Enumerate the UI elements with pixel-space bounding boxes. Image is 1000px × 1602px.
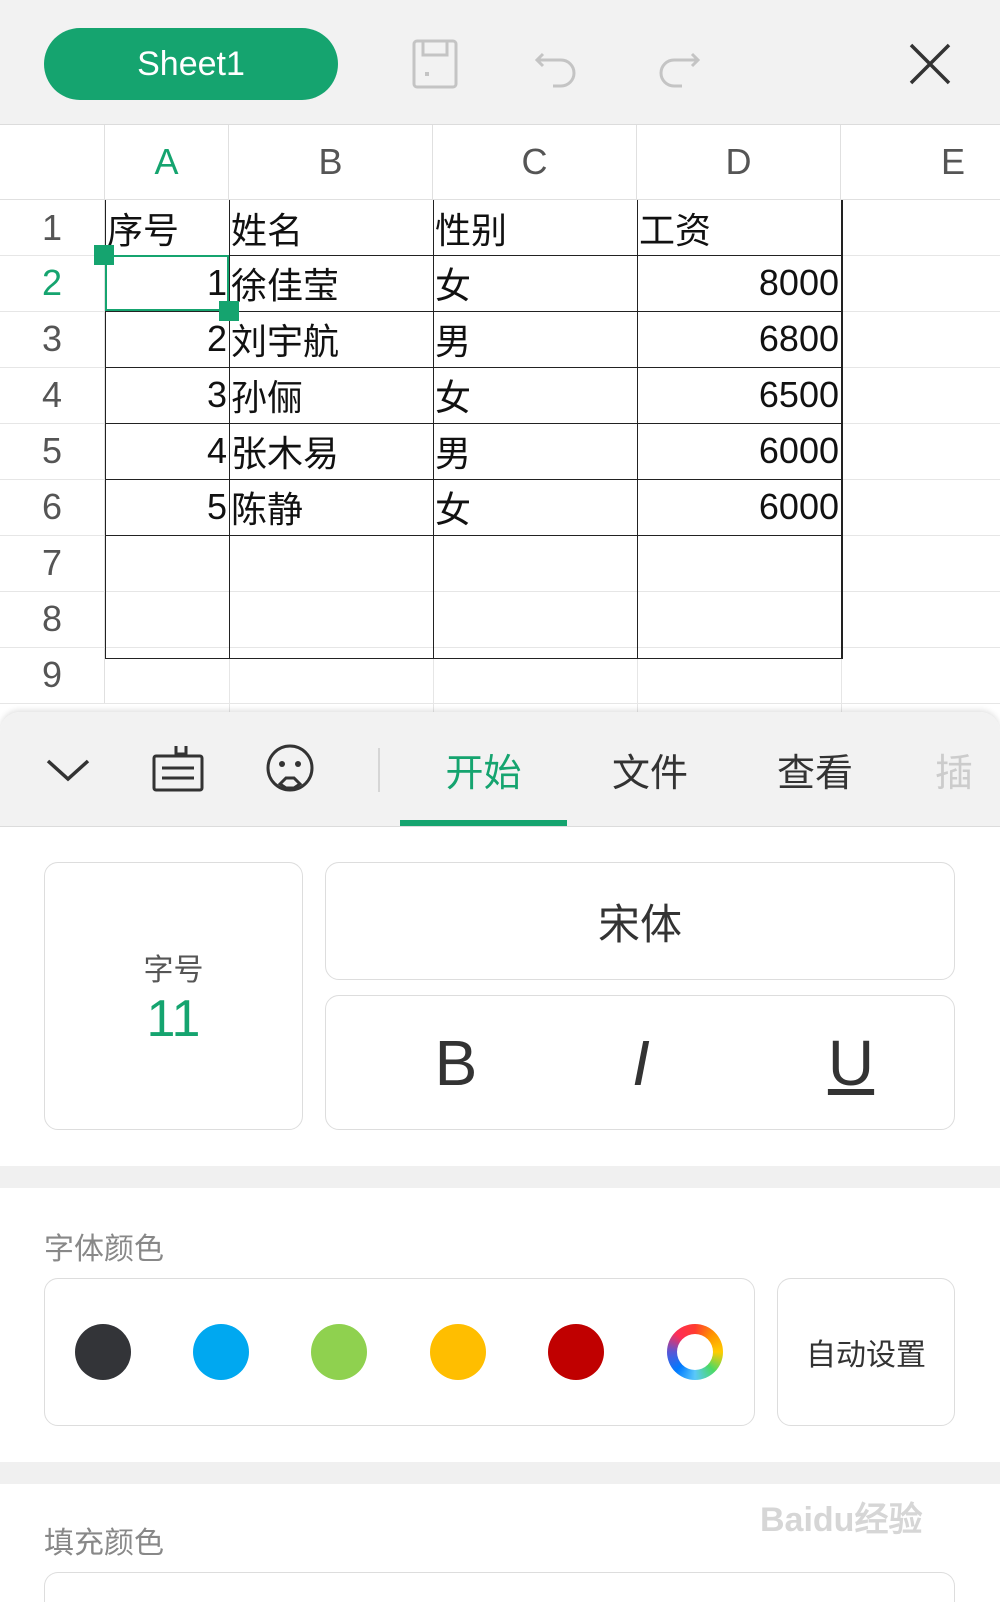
cell-d3[interactable]: 6800 — [637, 311, 841, 367]
emoji-icon[interactable] — [260, 740, 320, 800]
cell-b2[interactable]: 徐佳莹 — [229, 255, 433, 311]
column-header-d[interactable]: D — [637, 125, 841, 200]
font-size-label: 字号 — [143, 953, 204, 988]
tab-view[interactable]: 查看 — [735, 734, 895, 804]
column-header-e[interactable]: E — [841, 125, 1000, 200]
font-name-label: 宋体 — [597, 899, 682, 949]
row-header-4[interactable]: 4 — [0, 367, 105, 423]
active-tab-indicator — [400, 820, 567, 826]
row-header-8[interactable]: 8 — [0, 591, 105, 647]
color-swatch-red[interactable] — [548, 1324, 604, 1380]
selection-handle-top-left[interactable] — [94, 245, 114, 265]
sheet-name-button[interactable]: Sheet1 — [44, 28, 338, 100]
row-header-9[interactable]: 9 — [0, 647, 105, 703]
color-swatch-green[interactable] — [311, 1324, 367, 1380]
cell-c1[interactable]: 性别 — [433, 200, 637, 256]
text-style-group: B I U — [325, 995, 955, 1130]
panel-toolbar: 开始 文件 查看 插 — [0, 712, 1000, 827]
table-border — [105, 535, 843, 536]
italic-button[interactable]: I — [541, 996, 741, 1129]
cell-b4[interactable]: 孙俪 — [229, 367, 433, 423]
cell-a3[interactable]: 2 — [105, 311, 229, 367]
row-header-5[interactable]: 5 — [0, 423, 105, 479]
format-panel: 开始 文件 查看 插 字号 11 宋体 B I U 字体颜色 自动设置 填充颜色… — [0, 712, 1000, 1602]
column-header-a[interactable]: A — [105, 125, 229, 200]
selection-handle-bottom-right[interactable] — [219, 301, 239, 321]
cell-a4[interactable]: 3 — [105, 367, 229, 423]
row-header-6[interactable]: 6 — [0, 479, 105, 535]
font-name-button[interactable]: 宋体 — [325, 862, 955, 980]
redo-icon[interactable] — [648, 34, 708, 94]
color-swatch-black[interactable] — [75, 1324, 131, 1380]
gridline — [0, 591, 1000, 592]
font-size-value: 11 — [146, 990, 201, 1048]
cell-selection-box — [105, 255, 229, 311]
top-bar: Sheet1 — [0, 0, 1000, 125]
font-color-title: 字体颜色 — [44, 1232, 164, 1267]
gridline — [0, 647, 1000, 648]
cell-a1[interactable]: 序号 — [105, 200, 229, 256]
cell-b6[interactable]: 陈静 — [229, 479, 433, 535]
cell-c6[interactable]: 女 — [433, 479, 637, 535]
cell-c4[interactable]: 女 — [433, 367, 637, 423]
cell-d6[interactable]: 6000 — [637, 479, 841, 535]
font-size-button[interactable]: 字号 11 — [44, 862, 303, 1130]
tab-start[interactable]: 开始 — [400, 734, 567, 804]
column-header-c[interactable]: C — [433, 125, 637, 200]
cell-d5[interactable]: 6000 — [637, 423, 841, 479]
cell-b3[interactable]: 刘宇航 — [229, 311, 433, 367]
fill-color-title: 填充颜色 — [44, 1526, 164, 1561]
auto-color-label: 自动设置 — [806, 1338, 926, 1373]
color-swatch-yellow[interactable] — [430, 1324, 486, 1380]
spreadsheet-grid[interactable]: A B C D E 1 2 3 4 5 6 7 8 9 序号 姓名 性别 工资 … — [0, 125, 1000, 713]
keyboard-icon[interactable] — [148, 740, 208, 800]
row-header-7[interactable]: 7 — [0, 535, 105, 591]
fill-color-swatches — [44, 1572, 955, 1602]
gridline — [0, 703, 1000, 704]
undo-icon[interactable] — [527, 34, 587, 94]
section-divider — [0, 1166, 1000, 1188]
cell-c3[interactable]: 男 — [433, 311, 637, 367]
row-header-1[interactable]: 1 — [0, 200, 105, 255]
custom-color-wheel-icon[interactable] — [667, 1324, 723, 1380]
table-border — [105, 658, 843, 659]
toolbar-separator — [378, 748, 380, 792]
underline-button[interactable]: U — [751, 996, 951, 1129]
save-icon[interactable] — [405, 34, 465, 94]
cell-a6[interactable]: 5 — [105, 479, 229, 535]
row-header-3[interactable]: 3 — [0, 311, 105, 367]
row-header-2[interactable]: 2 — [0, 255, 105, 311]
watermark: Baidu经验 — [760, 1501, 923, 1539]
table-border — [841, 200, 843, 659]
cell-c2[interactable]: 女 — [433, 255, 637, 311]
cell-b1[interactable]: 姓名 — [229, 200, 433, 256]
auto-color-button[interactable]: 自动设置 — [777, 1278, 955, 1426]
select-all-corner[interactable] — [0, 125, 105, 200]
cell-d2[interactable]: 8000 — [637, 255, 841, 311]
cell-d4[interactable]: 6500 — [637, 367, 841, 423]
cell-a5[interactable]: 4 — [105, 423, 229, 479]
bold-button[interactable]: B — [356, 996, 556, 1129]
cell-d1[interactable]: 工资 — [637, 200, 841, 256]
section-divider — [0, 1462, 1000, 1484]
font-color-swatches — [44, 1278, 755, 1426]
cell-b5[interactable]: 张木易 — [229, 423, 433, 479]
column-header-b[interactable]: B — [229, 125, 433, 200]
cell-c5[interactable]: 男 — [433, 423, 637, 479]
collapse-chevron-icon[interactable] — [38, 740, 98, 800]
close-icon[interactable] — [900, 34, 960, 94]
color-swatch-blue[interactable] — [193, 1324, 249, 1380]
tab-file[interactable]: 文件 — [570, 734, 730, 804]
tab-insert[interactable]: 插 — [935, 734, 995, 804]
